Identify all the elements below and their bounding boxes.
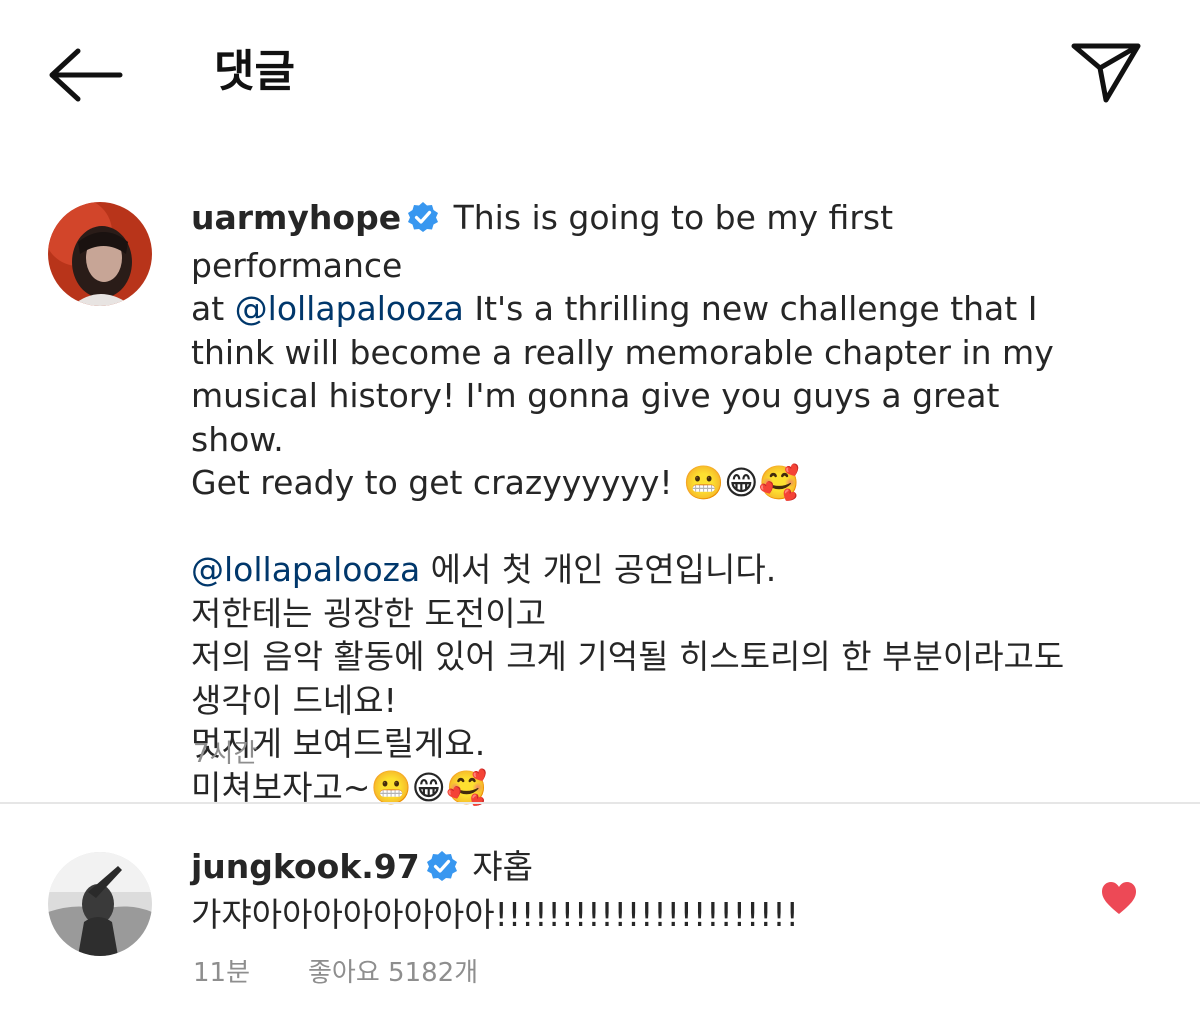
verified-badge-icon	[407, 200, 439, 244]
caption-meta: 7시간	[193, 733, 257, 770]
caption-text: uarmyhope This is going to be my first p…	[191, 196, 1091, 809]
caption-kr-line-2: 저한테는 굉장한 도전이고	[191, 593, 546, 633]
caption-line-4: musical history! I'm gonna give you guys…	[191, 376, 1010, 459]
timestamp: 11분	[193, 958, 251, 988]
avatar[interactable]	[48, 852, 152, 956]
caption-line-3: think will become a really memorable cha…	[191, 332, 1054, 372]
share-button[interactable]	[1068, 38, 1144, 108]
caption-kr-line-4: 생각이 드네요!	[191, 680, 397, 720]
avatar[interactable]	[48, 202, 152, 306]
caption-kr-line-1: 에서 첫 개인 공연입니다.	[420, 550, 777, 589]
verified-badge-icon	[426, 849, 458, 893]
caption-kr-line-6: 미쳐보자고~	[191, 767, 371, 807]
top-bar: 댓글	[0, 0, 1200, 140]
reply-line-1: 쟈홉	[461, 847, 533, 886]
mention-link[interactable]: @lollapalooza	[235, 289, 464, 328]
page-title: 댓글	[214, 46, 295, 97]
caption-line-2a: at	[191, 289, 235, 328]
username[interactable]: jungkook.97	[191, 847, 420, 886]
caption-kr-line-3: 저의 음악 활동에 있어 크게 기억될 히스토리의 한 부분이라고도	[191, 637, 1065, 676]
mention-link-kr[interactable]: @lollapalooza	[191, 550, 420, 589]
reply-meta: 11분 좋아요 5182개	[193, 952, 478, 989]
profile-photo	[48, 852, 152, 956]
caption-line-5: Get ready to get crazyyyyyy!	[191, 463, 684, 502]
profile-photo	[48, 202, 152, 306]
divider	[0, 802, 1200, 804]
reply-line-2: 가쟈아아아아아아아아!!!!!!!!!!!!!!!!!!!!!!!	[191, 895, 799, 934]
timestamp: 7시간	[193, 739, 258, 769]
emoji-group: 😬😁🥰	[683, 463, 800, 502]
heart-icon	[1102, 882, 1136, 914]
paper-plane-icon	[1071, 43, 1141, 103]
back-button[interactable]	[40, 40, 124, 110]
like-button[interactable]	[1100, 880, 1138, 918]
arrow-left-icon	[49, 48, 123, 102]
likes-count[interactable]: 좋아요 5182개	[308, 958, 478, 988]
emoji-group-kr: 😬😁🥰	[370, 767, 488, 807]
username[interactable]: uarmyhope	[191, 198, 401, 237]
reply-text: jungkook.97 쟈홉 가쟈아아아아아아아아!!!!!!!!!!!!!!!…	[191, 845, 1091, 937]
caption-line-2b: It's a thrilling new challenge that I	[463, 289, 1038, 328]
